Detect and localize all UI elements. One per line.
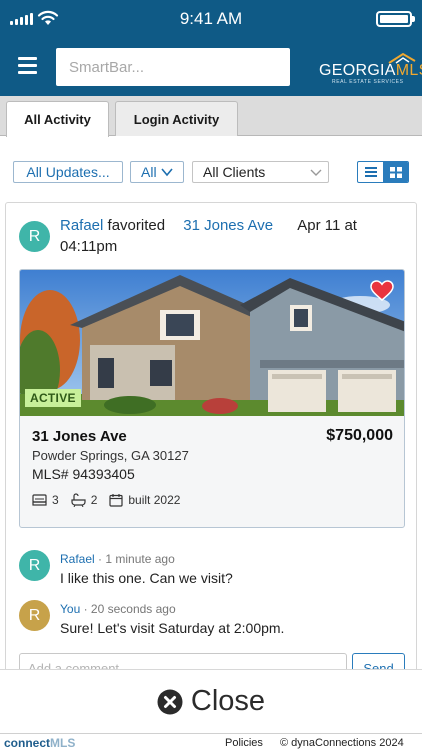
activity-headline: Rafael favorited 31 Jones Ave Apr 11 at … xyxy=(60,215,390,257)
favorite-heart-icon[interactable] xyxy=(370,280,394,301)
footer: connectMLS Policies © dynaConnections 20… xyxy=(0,733,422,750)
comment-time: · 1 minute ago xyxy=(98,552,175,566)
baths-count: 2 xyxy=(90,493,98,507)
app-header: GEORGIAMLS REAL ESTATE SERVICES xyxy=(0,38,422,96)
connectmls-logo: connectMLS xyxy=(4,736,76,750)
battery-icon xyxy=(376,11,415,27)
year-built-feature: built 2022 xyxy=(109,493,180,507)
activity-tabs: All Activity Login Activity xyxy=(0,96,422,137)
close-circle-icon xyxy=(157,689,183,714)
filter-bar: All Updates... All All Clients xyxy=(0,150,422,194)
chevron-down-icon xyxy=(161,168,173,177)
activity-address-link[interactable]: 31 Jones Ave xyxy=(183,217,273,234)
comment-author-link[interactable]: You xyxy=(60,602,80,616)
clients-filter-select[interactable]: All Clients xyxy=(192,161,329,183)
listing-card[interactable]: ACTIVE 31 Jones Ave $750,000 Powder Spri… xyxy=(19,269,405,528)
baths-feature: 2 xyxy=(71,493,98,507)
comment-item: R You · 20 seconds ago Sure! Let's visit… xyxy=(6,600,418,644)
comment-text: Sure! Let's visit Saturday at 2:00pm. xyxy=(60,620,285,636)
bath-icon xyxy=(71,493,86,507)
all-updates-dropdown[interactable]: All Updates... xyxy=(13,161,123,183)
view-toggle xyxy=(357,161,409,183)
grid-view-button[interactable] xyxy=(383,162,408,182)
comment-meta: You · 20 seconds ago xyxy=(60,602,176,616)
avatar: R xyxy=(19,221,50,252)
copyright-text: © dynaConnections 2024 xyxy=(280,737,404,749)
listing-city: Powder Springs, GA 30127 xyxy=(32,448,189,463)
smartbar-search-input[interactable] xyxy=(56,48,290,86)
beds-count: 3 xyxy=(52,493,59,507)
policies-link[interactable]: Policies xyxy=(225,737,263,749)
georgia-mls-logo: GEORGIAMLS REAL ESTATE SERVICES xyxy=(319,52,422,86)
chevron-down-icon xyxy=(310,169,322,176)
close-button[interactable]: Close xyxy=(0,669,422,733)
clients-filter-label: All Clients xyxy=(203,164,266,180)
list-view-button[interactable] xyxy=(358,162,383,182)
type-filter-label: All xyxy=(141,164,157,180)
year-built: built 2022 xyxy=(128,493,181,507)
avatar: R xyxy=(19,550,50,581)
status-badge: ACTIVE xyxy=(25,389,81,407)
comment-meta: Rafael · 1 minute ago xyxy=(60,552,175,566)
comment-author-link[interactable]: Rafael xyxy=(60,552,95,566)
listing-address: 31 Jones Ave xyxy=(32,428,127,445)
status-time: 9:41 AM xyxy=(179,9,243,28)
type-filter-dropdown[interactable]: All xyxy=(130,161,184,183)
list-icon xyxy=(364,167,377,177)
comment-time: · 20 seconds ago xyxy=(83,602,176,616)
beds-feature: 3 xyxy=(32,493,59,507)
logo-subtitle: REAL ESTATE SERVICES xyxy=(332,79,404,85)
activity-action: favorited xyxy=(107,217,166,234)
status-bar: 9:41 AM xyxy=(0,0,422,38)
calendar-icon xyxy=(109,494,123,507)
activity-card: R Rafael favorited 31 Jones Ave Apr 11 a… xyxy=(5,202,418,683)
grid-icon xyxy=(389,166,402,178)
tab-all-activity[interactable]: All Activity xyxy=(6,101,109,137)
comment-text: I like this one. Can we visit? xyxy=(60,570,233,586)
listing-features: 3 2 built 2022 xyxy=(32,493,192,507)
tab-login-activity[interactable]: Login Activity xyxy=(115,101,238,136)
avatar: R xyxy=(19,600,50,631)
logo-text: GEORGIAMLS xyxy=(319,62,422,79)
listing-mls-number: MLS# 94393405 xyxy=(32,466,135,482)
comment-item: R Rafael · 1 minute ago I like this one.… xyxy=(6,550,418,594)
close-label: Close xyxy=(190,685,266,717)
bed-icon xyxy=(32,493,47,506)
activity-user-link[interactable]: Rafael xyxy=(60,217,103,234)
hamburger-menu-icon[interactable] xyxy=(18,57,37,74)
listing-price: $750,000 xyxy=(326,427,393,444)
